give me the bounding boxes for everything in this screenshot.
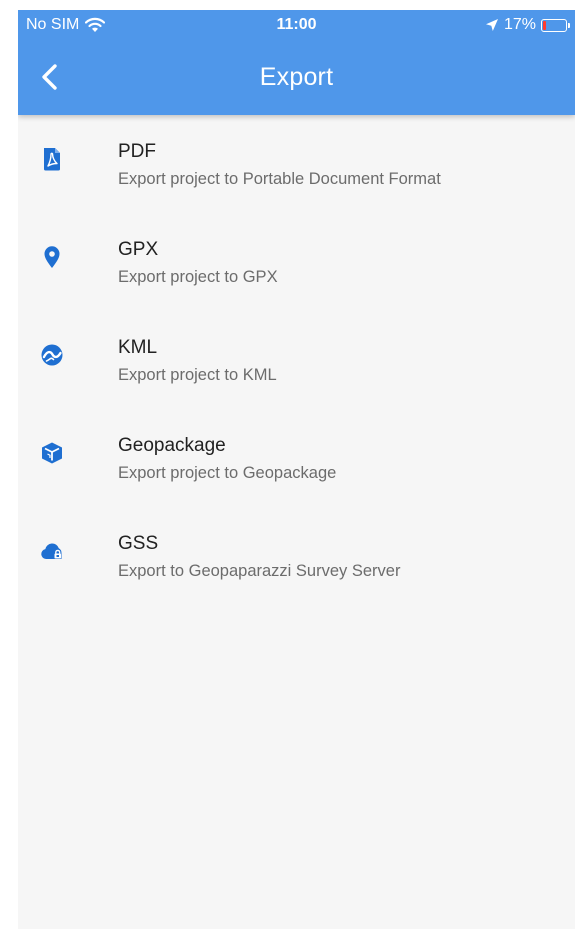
export-item-description: Export project to GPX [118, 268, 278, 286]
export-item-label: GSS [118, 533, 159, 554]
export-item-gpx[interactable]: GPX Export project to GPX [18, 213, 575, 311]
export-item-label: PDF [118, 141, 156, 162]
export-item-kml[interactable]: KML Export project to KML [18, 311, 575, 409]
cube-icon [42, 442, 62, 464]
export-item-description: Export project to KML [118, 366, 277, 384]
google-earth-icon [41, 344, 63, 366]
app-bar: No SIM 11:00 17% Export [18, 10, 575, 115]
export-item-description: Export to Geopaparazzi Survey Server [118, 562, 401, 580]
export-item-label: Geopackage [118, 435, 226, 456]
export-item-label: KML [118, 337, 158, 358]
pdf-file-icon [44, 148, 60, 171]
export-item-description: Export project to Portable Document Form… [118, 170, 441, 188]
status-right-group: 17% [485, 16, 570, 34]
location-arrow-icon [485, 19, 498, 31]
cloud-lock-icon [41, 543, 62, 559]
export-item-geopackage[interactable]: Geopackage Export project to Geopackage [18, 409, 575, 507]
battery-level [543, 20, 546, 30]
status-bar: No SIM 11:00 17% [18, 10, 575, 42]
toolbar: Export [18, 52, 575, 104]
page-title: Export [259, 63, 334, 91]
export-item-pdf[interactable]: PDF Export project to Portable Document … [18, 115, 575, 213]
export-item-description: Export project to Geopackage [118, 464, 337, 482]
export-list: PDF Export project to Portable Document … [18, 115, 575, 605]
export-item-gss[interactable]: GSS Export to Geopaparazzi Survey Server [18, 507, 575, 605]
export-item-label: GPX [118, 239, 159, 260]
battery-percent: 17% [503, 16, 536, 33]
export-screen: No SIM 11:00 17% Export PDF Export proje… [18, 10, 575, 929]
battery-icon [541, 18, 570, 32]
map-pin-icon [44, 246, 60, 268]
